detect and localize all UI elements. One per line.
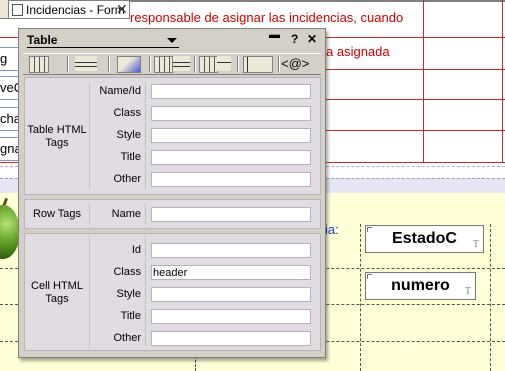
cell-icon[interactable] [117, 56, 141, 73]
panel-title-dropdown[interactable]: Table [27, 33, 179, 48]
toolbar-separator [194, 56, 196, 72]
table-style-input[interactable] [151, 128, 311, 143]
help-icon[interactable]: ? [291, 32, 298, 46]
style-label: Style [116, 129, 141, 141]
column-icon[interactable] [154, 56, 173, 73]
row-name-input[interactable] [151, 207, 311, 222]
panel-toolbar: <@> [23, 53, 321, 75]
code-tags-icon[interactable]: <@> [281, 56, 309, 71]
toolbar-separator [108, 56, 110, 72]
table-other-input[interactable] [151, 172, 311, 187]
detail-vline-3 [195, 356, 196, 371]
table-title-input[interactable] [151, 150, 311, 165]
toolbar-separator [149, 56, 151, 72]
title-label: Title [120, 151, 141, 163]
name-id-label: Name/Id [99, 85, 141, 97]
description-text-line1: responsable de asignar las incidencias, … [130, 10, 404, 25]
form-icon [12, 4, 23, 16]
cell-style-input[interactable] [151, 287, 311, 302]
text-marker-icon: T [472, 239, 479, 250]
toolbar-separator [237, 56, 239, 72]
table-border-right [502, 0, 503, 163]
class-label: Class [113, 266, 141, 278]
numero-label: numero [391, 277, 450, 294]
close-icon[interactable]: ✕ [307, 32, 317, 46]
anchor-icon [367, 274, 372, 279]
table-border-col [423, 0, 424, 163]
table-col-icon[interactable] [217, 56, 231, 71]
document-tab-bar: Incidencias - Form ✕ [0, 0, 130, 19]
description-text-line2: a asignada [326, 44, 390, 59]
chevron-down-icon[interactable] [167, 38, 177, 43]
field-label-text: ia: [325, 222, 339, 237]
title-label: Title [120, 310, 141, 322]
panel-menu-icon[interactable]: ▬ [269, 29, 280, 41]
section-divider [145, 203, 146, 225]
toolbar-separator [67, 56, 69, 72]
anchor-icon [367, 227, 372, 232]
cell-class-input[interactable]: header [151, 265, 311, 280]
section-divider [145, 238, 146, 346]
name-label: Name [111, 208, 141, 220]
top-bar-divider [130, 0, 505, 2]
document-tab-title: Incidencias - Form [26, 3, 125, 17]
panel-title: Table [27, 33, 58, 47]
close-tab-icon[interactable]: ✕ [116, 1, 128, 18]
cell-html-tags-section: Cell HTML Tags Id Class header Style Tit… [24, 233, 321, 351]
detail-vline-2 [490, 224, 491, 371]
style-label: Style [116, 288, 141, 300]
toolbar-separator [278, 56, 280, 72]
estado-label: EstadoC [392, 230, 457, 247]
cell-id-input[interactable] [151, 243, 311, 258]
row-lines-icon[interactable] [173, 56, 190, 71]
cell-title-input[interactable] [151, 309, 311, 324]
other-label: Other [113, 173, 141, 185]
other-label: Other [113, 332, 141, 344]
detail-vline-1 [360, 224, 361, 371]
estado-label-box[interactable]: EstadoC T [365, 225, 484, 253]
table-html-tags-section: Table HTML Tags Name/Id Class Style Titl… [24, 77, 321, 195]
cell-other-input[interactable] [151, 331, 311, 346]
id-label: Id [131, 244, 141, 256]
row-icon[interactable] [75, 56, 97, 71]
table-icon[interactable] [29, 56, 49, 73]
class-label: Class [113, 107, 141, 119]
table-class-input[interactable] [151, 106, 311, 121]
table-name-id-input[interactable] [151, 84, 311, 99]
table-row-icon[interactable] [199, 56, 218, 73]
row-tags-section: Row Tags Name [24, 199, 321, 229]
section-divider [145, 82, 146, 190]
text-marker-icon: T [464, 286, 471, 297]
span-icon[interactable] [243, 56, 273, 73]
document-tab[interactable]: Incidencias - Form ✕ [8, 0, 130, 18]
table-properties-panel: Table ▬ ? ✕ <@> Table HTML Tags Name/Id … [18, 28, 326, 358]
numero-label-box[interactable]: numero T [365, 272, 476, 300]
